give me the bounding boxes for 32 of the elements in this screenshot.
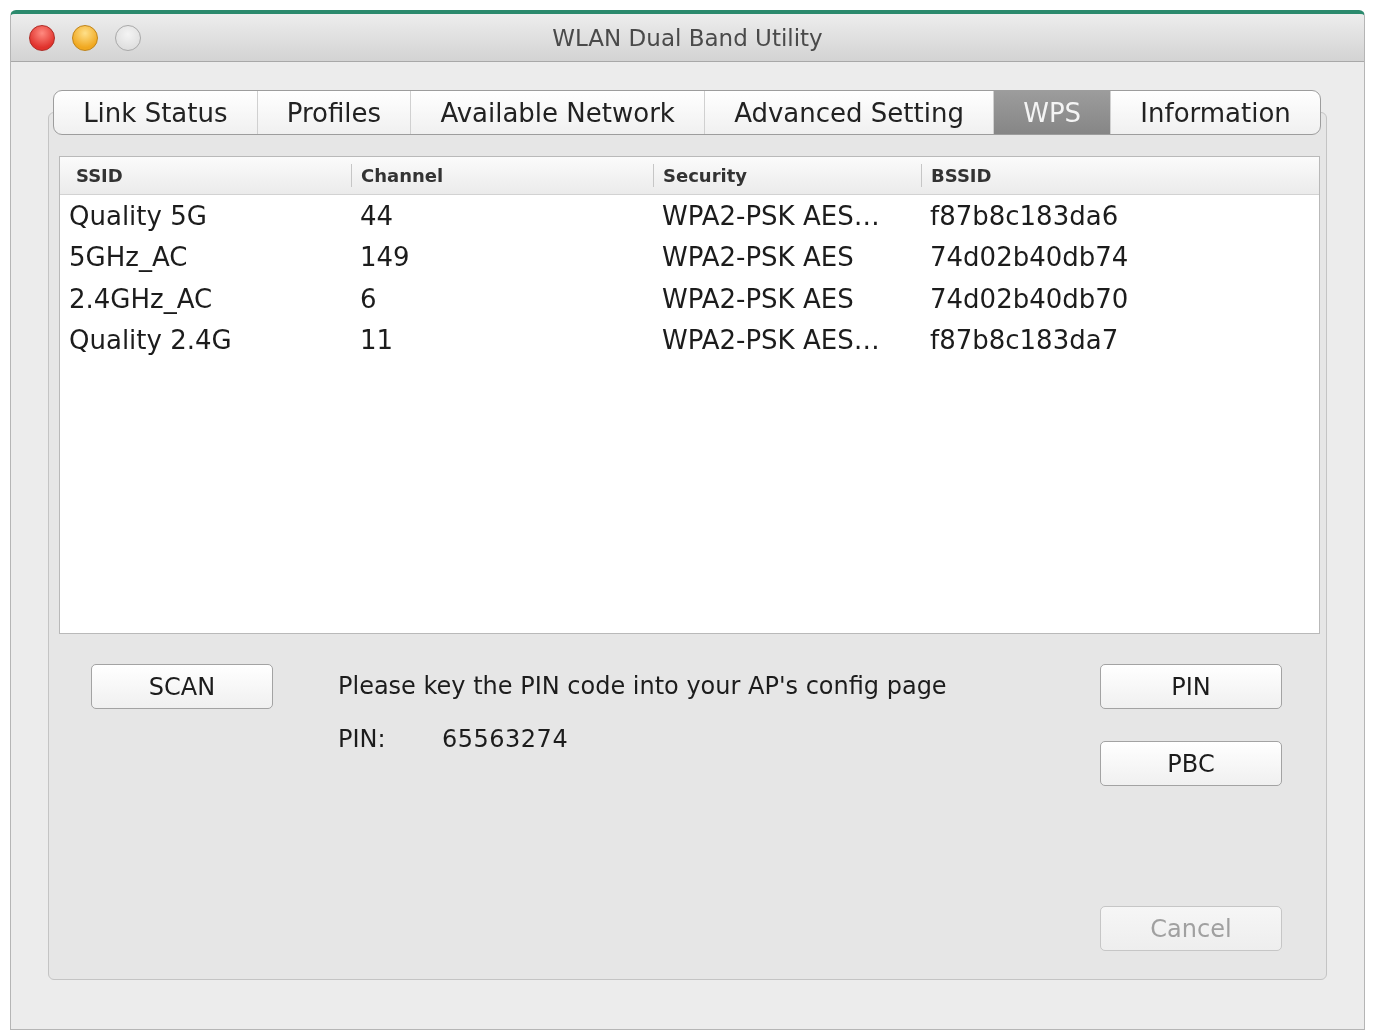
window-title: WLAN Dual Band Utility (552, 24, 823, 51)
close-button[interactable] (29, 24, 55, 51)
column-header[interactable]: Channel (351, 164, 653, 187)
pin-value: 65563274 (442, 724, 569, 755)
tab[interactable]: Link Status (54, 91, 257, 134)
table-cell-text: Quality 5G (68, 199, 208, 233)
table-cell-text: WPA2-PSK AES… (661, 324, 881, 358)
table-cell-text: 2.4GHz_AC (68, 282, 214, 316)
column-header[interactable]: SSID (60, 164, 351, 187)
scan-button[interactable]: SCAN (91, 664, 273, 709)
table-cell-text: 6 (359, 282, 378, 316)
table-cell-text: 11 (359, 324, 395, 358)
table-cell-text: WPA2-PSK AES (661, 241, 855, 275)
pin-button[interactable]: PIN (1100, 664, 1282, 709)
table-cell-text: Quality 2.4G (68, 324, 233, 358)
instruction-text: Please key the PIN code into your AP's config page (338, 671, 948, 702)
tab[interactable]: Profiles (256, 91, 411, 134)
table-cell-text: WPA2-PSK AES… (661, 199, 881, 233)
table-cell-text: WPA2-PSK AES (661, 282, 855, 316)
table-cell-text: 74d02b40db74 (929, 241, 1130, 275)
tab[interactable]: Available Network (410, 91, 704, 134)
table-cell-text: f87b8c183da7 (929, 324, 1120, 358)
table-cell-text: 74d02b40db70 (929, 282, 1130, 316)
pbc-button[interactable]: PBC (1100, 741, 1282, 786)
table-cell-text: 5GHz_AC (68, 241, 189, 275)
column-header[interactable]: Security (653, 164, 921, 187)
table-cell-text: 44 (359, 199, 395, 233)
table-cell-text: f87b8c183da6 (929, 199, 1120, 233)
minimize-button[interactable] (72, 24, 98, 51)
table-cell-text: 149 (359, 241, 411, 275)
pin-label: PIN: (338, 724, 387, 755)
column-header[interactable]: BSSID (921, 164, 1319, 187)
